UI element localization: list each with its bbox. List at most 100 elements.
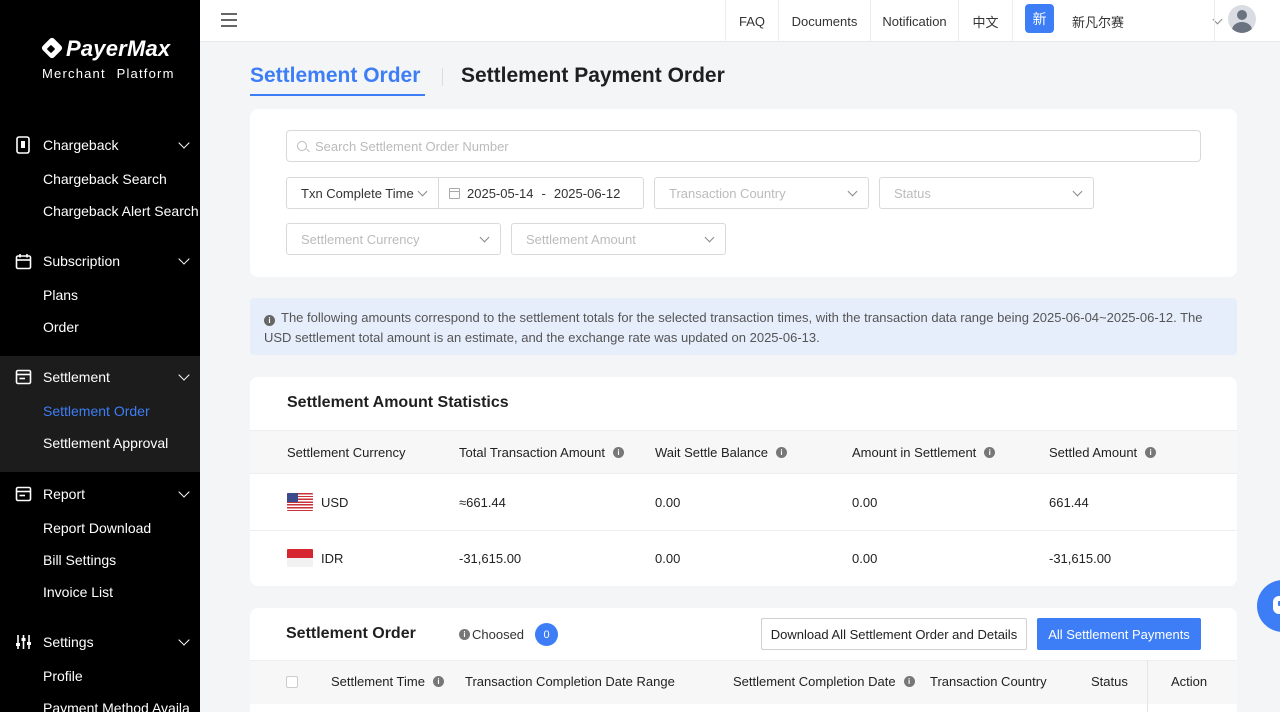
user-avatar[interactable] [1228, 5, 1256, 33]
date-separator: - [541, 185, 546, 201]
id-flag-icon [287, 549, 313, 567]
header-settlement-time: Settlement Time i [331, 674, 444, 689]
chevron-down-icon [178, 369, 190, 381]
header-transaction-country: Transaction Country [930, 674, 1047, 689]
nav-label-settlement: Settlement [43, 369, 110, 385]
currency-placeholder: Settlement Currency [301, 231, 420, 247]
nav-head-subscription[interactable]: Subscription [0, 243, 200, 279]
action-column-divider [1147, 660, 1148, 712]
sidebar-item-chargeback-alert-search[interactable]: Chargeback Alert Search [0, 195, 200, 227]
nav-group-settlement: Settlement Settlement Order Settlement A… [0, 356, 200, 472]
sidebar-item-chargeback-search[interactable]: Chargeback Search [0, 163, 200, 195]
tab-settlement-order[interactable]: Settlement Order [250, 64, 420, 88]
header-wait-settle-balance: Wait Settle Balance i [655, 445, 787, 460]
settlement-currency-select[interactable]: Settlement Currency [286, 223, 501, 255]
sidebar-item-profile[interactable]: Profile [0, 660, 200, 692]
transaction-country-select[interactable]: Transaction Country [654, 177, 869, 209]
sidebar-item-payment-method-availability[interactable]: Payment Method Availa [0, 692, 200, 712]
sliders-icon [14, 633, 32, 651]
chevron-down-icon [704, 232, 715, 243]
stats-title: Settlement Amount Statistics [287, 394, 509, 411]
language-switch[interactable]: 中文 [958, 0, 1012, 42]
brand-subtitle: Merchant Platform [42, 66, 175, 81]
merchant-name: 新凡尔赛 [1072, 14, 1125, 30]
usd-in-settlement: 0.00 [852, 495, 878, 510]
header-amount-in-settlement: Amount in Settlement i [852, 445, 996, 460]
choosed-count-badge: 0 [535, 623, 558, 646]
header-settled-amount: Settled Amount i [1049, 445, 1157, 460]
menu-toggle-icon[interactable] [221, 13, 237, 27]
settlement-amount-select[interactable]: Settlement Amount [511, 223, 726, 255]
amount-placeholder: Settlement Amount [526, 231, 636, 247]
sidebar-item-order[interactable]: Order [0, 311, 200, 343]
nav-head-settlement[interactable]: Settlement [0, 359, 200, 395]
chevron-down-icon [178, 634, 190, 646]
download-all-button[interactable]: Download All Settlement Order and Detail… [761, 618, 1027, 650]
time-type-value: Txn Complete Time [301, 185, 414, 201]
documents-link[interactable]: Documents [778, 0, 870, 42]
info-icon[interactable]: i [984, 447, 996, 458]
top-bar: FAQ Documents Notification 中文 新 新凡尔赛 [200, 0, 1280, 42]
notification-link[interactable]: Notification [870, 0, 958, 42]
info-icon[interactable]: i [612, 447, 624, 458]
header-total-transaction-amount: Total Transaction Amount i [459, 445, 624, 460]
status-select[interactable]: Status [879, 177, 1094, 209]
sidebar-item-invoice-list[interactable]: Invoice List [0, 576, 200, 608]
nav-label-subscription: Subscription [43, 253, 121, 269]
sidebar-item-settlement-order[interactable]: Settlement Order [0, 395, 200, 427]
nav-group-report: Report Report Download Bill Settings Inv… [0, 476, 200, 608]
info-icon[interactable]: i [775, 447, 787, 458]
chevron-down-icon [178, 253, 190, 265]
header-txn-completion-date-range: Transaction Completion Date Range [465, 674, 675, 689]
nav-group-chargeback: Chargeback Chargeback Search Chargeback … [0, 127, 200, 227]
date-start: 2025-05-14 [467, 185, 534, 201]
phone-icon [14, 136, 32, 154]
idr-wait-settle: 0.00 [655, 551, 681, 566]
choosed-label: i Choosed [459, 627, 524, 642]
nav-group-settings: Settings Profile Payment Method Availa [0, 624, 200, 712]
info-icon[interactable]: i [432, 676, 444, 687]
calendar-icon [449, 187, 460, 199]
date-range-picker[interactable]: 2025-05-14 - 2025-06-12 [438, 177, 644, 209]
table-row-usd-currency: USD [287, 493, 348, 511]
payermax-logo-icon [40, 38, 62, 60]
settlement-icon [14, 368, 32, 386]
tab-settlement-payment-order[interactable]: Settlement Payment Order [461, 64, 725, 88]
nav-label-report: Report [43, 486, 86, 502]
header-action: Action [1171, 674, 1208, 689]
merchant-switcher[interactable]: 新凡尔赛 [1072, 0, 1223, 42]
row-divider [250, 530, 1237, 531]
usd-total-amount: ≈661.44 [459, 495, 506, 510]
search-input[interactable]: Search Settlement Order Number [286, 130, 1201, 162]
table-row-idr-currency: IDR [287, 549, 343, 567]
country-placeholder: Transaction Country [669, 185, 786, 201]
chatbot-icon [1273, 596, 1280, 614]
notice-text: The following amounts correspond to the … [264, 310, 1203, 345]
nav-label-settings: Settings [43, 634, 94, 650]
faq-link[interactable]: FAQ [725, 0, 778, 42]
sidebar-item-settlement-approval[interactable]: Settlement Approval [0, 427, 200, 459]
chevron-down-icon [847, 186, 858, 197]
all-settlement-payments-button[interactable]: All Settlement Payments [1037, 618, 1201, 650]
nav-head-chargeback[interactable]: Chargeback [0, 127, 200, 163]
nav-label-chargeback: Chargeback [43, 137, 119, 153]
chevron-down-icon [178, 137, 190, 149]
nav-head-settings[interactable]: Settings [0, 624, 200, 660]
usd-wait-settle: 0.00 [655, 495, 681, 510]
sidebar-item-bill-settings[interactable]: Bill Settings [0, 544, 200, 576]
time-type-select[interactable]: Txn Complete Time [286, 177, 439, 209]
us-flag-icon [287, 493, 313, 511]
nav-group-subscription: Subscription Plans Order [0, 243, 200, 343]
sidebar-item-report-download[interactable]: Report Download [0, 512, 200, 544]
nav-head-report[interactable]: Report [0, 476, 200, 512]
settlement-notice: i The following amounts correspond to the… [250, 298, 1237, 355]
info-icon[interactable]: i [1145, 447, 1157, 458]
sidebar-item-plans[interactable]: Plans [0, 279, 200, 311]
info-icon[interactable]: i [459, 629, 470, 640]
brand-logo[interactable]: PayerMax Merchant Platform [40, 36, 175, 81]
support-chat-button[interactable] [1257, 580, 1280, 632]
select-all-checkbox[interactable] [286, 676, 298, 688]
date-end: 2025-06-12 [553, 185, 621, 201]
header-settlement-currency: Settlement Currency [287, 445, 406, 460]
info-icon[interactable]: i [903, 676, 915, 687]
